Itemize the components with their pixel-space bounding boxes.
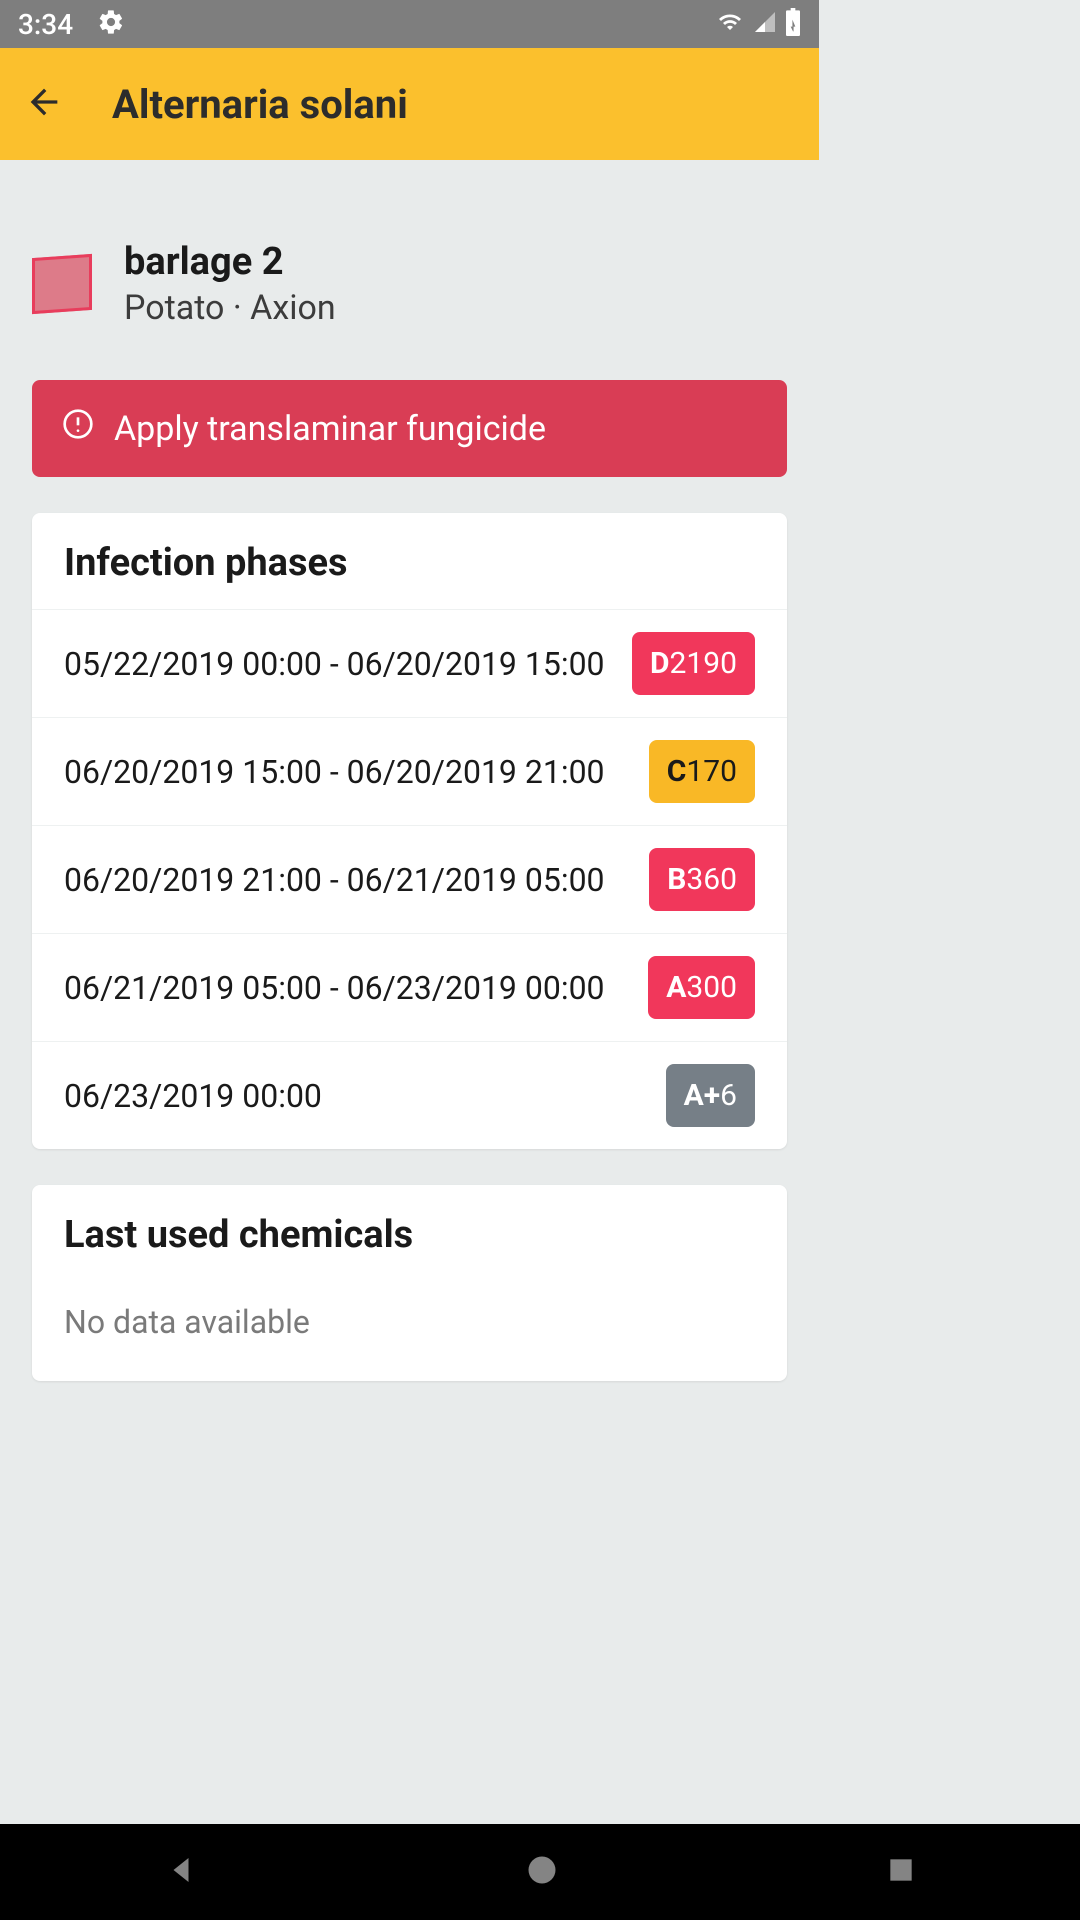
- alert-banner[interactable]: Apply translaminar fungicide: [32, 380, 787, 477]
- gear-icon: [97, 8, 125, 40]
- phase-badge: B360: [649, 848, 755, 911]
- field-subtitle: Potato · Axion: [124, 288, 336, 328]
- phase-row[interactable]: 06/23/2019 00:00A+6: [32, 1042, 787, 1149]
- wifi-icon: [715, 10, 745, 38]
- phase-badge: A300: [648, 956, 755, 1019]
- phase-row[interactable]: 06/20/2019 15:00 - 06/20/2019 21:00C170: [32, 718, 787, 826]
- phase-date: 06/23/2019 00:00: [64, 1077, 666, 1115]
- nav-bar: [0, 1824, 1080, 1920]
- phase-badge: D2190: [632, 632, 755, 695]
- app-bar: Alternaria solani: [0, 48, 819, 160]
- signal-icon: [753, 10, 777, 38]
- infection-phases-card: Infection phases 05/22/2019 00:00 - 06/2…: [32, 513, 787, 1149]
- page-title: Alternaria solani: [112, 81, 408, 128]
- phase-badge: C170: [649, 740, 755, 803]
- phase-row[interactable]: 06/21/2019 05:00 - 06/23/2019 00:00A300: [32, 934, 787, 1042]
- nav-recent-icon[interactable]: [885, 1854, 917, 1890]
- nav-back-icon[interactable]: [163, 1852, 199, 1892]
- phase-date: 05/22/2019 00:00 - 06/20/2019 15:00: [64, 645, 632, 683]
- phase-badge: A+6: [666, 1064, 755, 1127]
- alert-text: Apply translaminar fungicide: [114, 409, 546, 449]
- status-bar: 3:34: [0, 0, 819, 48]
- field-marker-icon: [32, 254, 92, 314]
- nav-home-icon[interactable]: [524, 1852, 560, 1892]
- back-arrow-icon[interactable]: [24, 82, 64, 126]
- chemicals-card: Last used chemicals No data available: [32, 1185, 787, 1381]
- chemicals-empty: No data available: [32, 1281, 787, 1381]
- field-card: barlage 2 Potato · Axion: [32, 192, 787, 328]
- phase-row[interactable]: 05/22/2019 00:00 - 06/20/2019 15:00D2190: [32, 610, 787, 718]
- battery-icon: [785, 8, 801, 40]
- phase-row[interactable]: 06/20/2019 21:00 - 06/21/2019 05:00B360: [32, 826, 787, 934]
- phase-date: 06/20/2019 21:00 - 06/21/2019 05:00: [64, 861, 649, 899]
- status-time: 3:34: [18, 8, 73, 41]
- field-name: barlage 2: [124, 240, 336, 284]
- phases-header: Infection phases: [32, 513, 787, 610]
- phase-date: 06/20/2019 15:00 - 06/20/2019 21:00: [64, 753, 649, 791]
- alert-icon: [62, 408, 94, 449]
- chemicals-header: Last used chemicals: [32, 1185, 787, 1281]
- phase-date: 06/21/2019 05:00 - 06/23/2019 00:00: [64, 969, 648, 1007]
